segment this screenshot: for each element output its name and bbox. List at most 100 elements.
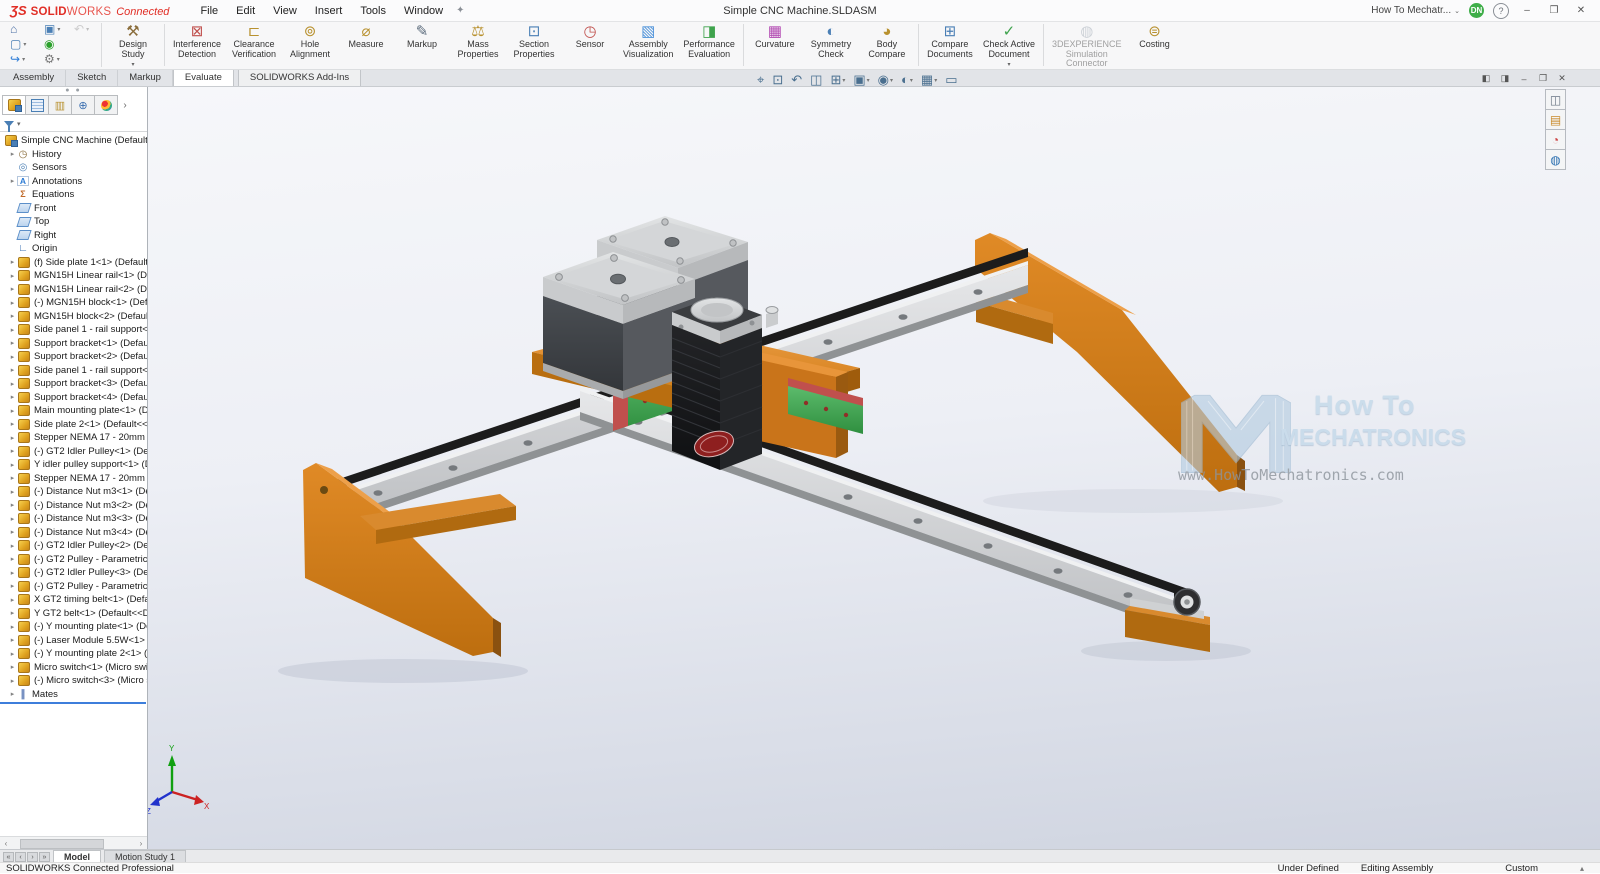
collapse-taskpane-button[interactable]: ◨ — [1497, 72, 1513, 85]
tree-item[interactable]: ▸(-) Micro switch<3> (Micro switch< — [0, 674, 147, 688]
filter-icon[interactable] — [4, 121, 14, 127]
qat-new-button[interactable]: ▢▾ — [8, 37, 42, 52]
model-tabs-scroll-next[interactable]: › — [27, 852, 38, 862]
tree-item[interactable]: Origin — [0, 242, 147, 256]
tree-item[interactable]: ▸Stepper NEMA 17 - 20mm shaft<2> — [0, 472, 147, 486]
tree-item[interactable]: ▸(-) Distance Nut m3<1> (Default<<[ — [0, 485, 147, 499]
view-settings-button[interactable]: ▭ — [943, 72, 959, 88]
display-style-button[interactable]: ▣▾ — [851, 72, 871, 88]
tree-item[interactable]: ▸(-) Laser Module 5.5W<1> (Default< — [0, 634, 147, 648]
window-minimize-button[interactable]: – — [1516, 72, 1532, 85]
mass-properties-button[interactable]: ⚖MassProperties — [450, 22, 506, 68]
body-compare-button[interactable]: ◕BodyCompare — [859, 22, 915, 68]
tree-item[interactable]: Right — [0, 229, 147, 243]
tree-item[interactable]: ▸MGN15H block<2> (Default<<Defa — [0, 310, 147, 324]
help-icon[interactable]: ? — [1493, 3, 1509, 19]
tree-item[interactable]: Equations — [0, 188, 147, 202]
qat-undo-button[interactable]: ↶▾ — [72, 22, 96, 37]
panel-tab-propertymanager[interactable] — [25, 95, 49, 115]
scroll-left-icon[interactable]: ‹ — [0, 839, 12, 848]
tab-evaluate[interactable]: Evaluate — [173, 69, 234, 86]
expander-icon[interactable]: ▸ — [8, 434, 17, 442]
interference-detection-button[interactable]: ⊠InterferenceDetection — [168, 22, 226, 68]
tree-item[interactable]: ▸(-) Y mounting plate 2<1> (Default< — [0, 647, 147, 661]
menu-tools[interactable]: Tools — [351, 1, 395, 21]
tree-item[interactable]: ▸Side panel 1 - rail support<2> (Defa — [0, 364, 147, 378]
tree-item[interactable]: ▸Mates — [0, 688, 147, 702]
tab-solidworks-add-ins[interactable]: SOLIDWORKS Add-Ins — [238, 69, 361, 86]
tree-item[interactable]: ▸Y GT2 belt<1> (Default<<Default>_ — [0, 607, 147, 621]
status-statusbar-expand[interactable]: ▴ — [1580, 864, 1584, 873]
tree-item[interactable]: ▸Main mounting plate<1> (Default< — [0, 404, 147, 418]
tree-item[interactable]: ▸Side panel 1 - rail support<1> (Defa — [0, 323, 147, 337]
tree-item[interactable]: ▸History — [0, 148, 147, 162]
filter-dropdown-icon[interactable]: ▾ — [17, 120, 21, 128]
expander-icon[interactable]: ▸ — [8, 326, 17, 334]
app-restore-button[interactable]: ❐ — [1545, 4, 1563, 18]
curvature-button[interactable]: ▦Curvature — [747, 22, 803, 68]
expander-icon[interactable]: ▸ — [8, 488, 17, 496]
window-close-button[interactable]: ✕ — [1554, 72, 1570, 85]
expander-icon[interactable]: ▸ — [8, 353, 17, 361]
tree-item[interactable]: ▸MGN15H Linear rail<1> (Default<<D — [0, 269, 147, 283]
expander-icon[interactable]: ▸ — [8, 569, 17, 577]
section-view-button[interactable]: ◫ — [808, 72, 824, 88]
expander-icon[interactable]: ▸ — [8, 636, 17, 644]
tree-item[interactable]: ▸(-) GT2 Pulley - Parametric<2> (GT2 — [0, 553, 147, 567]
tree-item[interactable]: ▸(-) Distance Nut m3<3> (Default<<[ — [0, 512, 147, 526]
performance-evaluation-button[interactable]: ◨PerformanceEvaluation — [678, 22, 740, 68]
tree-item[interactable]: ▸Annotations — [0, 175, 147, 189]
tree-item[interactable]: Simple CNC Machine (Default<Default_ — [0, 134, 147, 148]
tree-item[interactable]: ▸Support bracket<4> (Default<<Defa — [0, 391, 147, 405]
measure-button[interactable]: ⌀Measure — [338, 22, 394, 68]
apply-scene-button[interactable]: ▦▾ — [919, 72, 939, 88]
tree-item[interactable]: Sensors — [0, 161, 147, 175]
collapse-featuremanager-button[interactable]: ◧ — [1478, 72, 1494, 85]
menu-file[interactable]: File — [191, 1, 227, 21]
tree-item[interactable]: Top — [0, 215, 147, 229]
expander-icon[interactable]: ▸ — [8, 677, 17, 685]
expander-icon[interactable]: ▸ — [8, 272, 17, 280]
hole-alignment-button[interactable]: ⊚HoleAlignment — [282, 22, 338, 68]
panel-tabs-expand-button[interactable]: › — [118, 95, 132, 116]
zoom-to-area-button[interactable]: ⊡ — [770, 72, 785, 88]
pin-icon[interactable]: ✦ — [456, 5, 464, 16]
tree-item[interactable]: ▸Stepper NEMA 17 - 20mm shaft<1> — [0, 431, 147, 445]
panel-tab-featuremanager[interactable] — [2, 95, 26, 115]
expander-icon[interactable]: ▸ — [8, 609, 17, 617]
qat-options-button[interactable]: ⚙▾ — [42, 52, 72, 67]
avatar[interactable]: DN — [1469, 3, 1484, 18]
tree-item[interactable]: ▸Support bracket<2> (Default<<Defa — [0, 350, 147, 364]
tree-item[interactable]: ▸(f) Side plate 1<1> (Default<<Defau — [0, 256, 147, 270]
app-minimize-button[interactable]: – — [1518, 4, 1536, 18]
expander-icon[interactable]: ▸ — [8, 407, 17, 415]
qat-save-button[interactable]: ▣▾ — [42, 22, 72, 37]
compare-documents-button[interactable]: ⊞CompareDocuments — [922, 22, 978, 68]
expander-icon[interactable]: ▸ — [8, 447, 17, 455]
expander-icon[interactable]: ▸ — [8, 150, 17, 158]
tree-item[interactable]: ▸(-) GT2 Idler Pulley<1> (Default<<D — [0, 445, 147, 459]
expander-icon[interactable]: ▸ — [8, 555, 17, 563]
markup-button[interactable]: ✎Markup — [394, 22, 450, 68]
tree-item[interactable]: ▸(-) GT2 Pulley - Parametric<3> (GT2 — [0, 580, 147, 594]
expander-icon[interactable]: ▸ — [8, 177, 17, 185]
menu-view[interactable]: View — [264, 1, 306, 21]
tree-item[interactable]: ▸(-) GT2 Idler Pulley<2> (Default<<D — [0, 539, 147, 553]
zoom-to-fit-button[interactable]: ⌖ — [755, 72, 766, 88]
expander-icon[interactable]: ▸ — [8, 528, 17, 536]
profile-dropdown[interactable]: How To Mechatr...⌄ — [1371, 5, 1460, 16]
tree-item[interactable]: ▸MGN15H Linear rail<2> (Default<<D — [0, 283, 147, 297]
3dexperience-panel-button[interactable]: ◫ — [1545, 89, 1566, 110]
tree-item[interactable]: ▸Micro switch<1> (Micro switch<<D — [0, 661, 147, 675]
expander-icon[interactable]: ▸ — [8, 339, 17, 347]
graphics-viewport[interactable]: Y X Z How To MECHATRONICS www.HowToMecha… — [148, 86, 1600, 849]
expander-icon[interactable]: ▸ — [8, 690, 17, 698]
costing-button[interactable]: ⊜Costing — [1127, 22, 1183, 68]
expander-icon[interactable]: ▸ — [8, 299, 17, 307]
symmetry-check-button[interactable]: ◐SymmetryCheck — [803, 22, 859, 68]
tree-item[interactable]: ▸(-) MGN15H block<1> (Default<<D — [0, 296, 147, 310]
tree-item[interactable]: Front — [0, 202, 147, 216]
qat-home-button[interactable]: ⌂ — [8, 22, 42, 37]
panel-splitter-handle[interactable]: ● ● — [0, 86, 147, 95]
tree-item[interactable]: ▸Support bracket<3> (Default<<Defa — [0, 377, 147, 391]
